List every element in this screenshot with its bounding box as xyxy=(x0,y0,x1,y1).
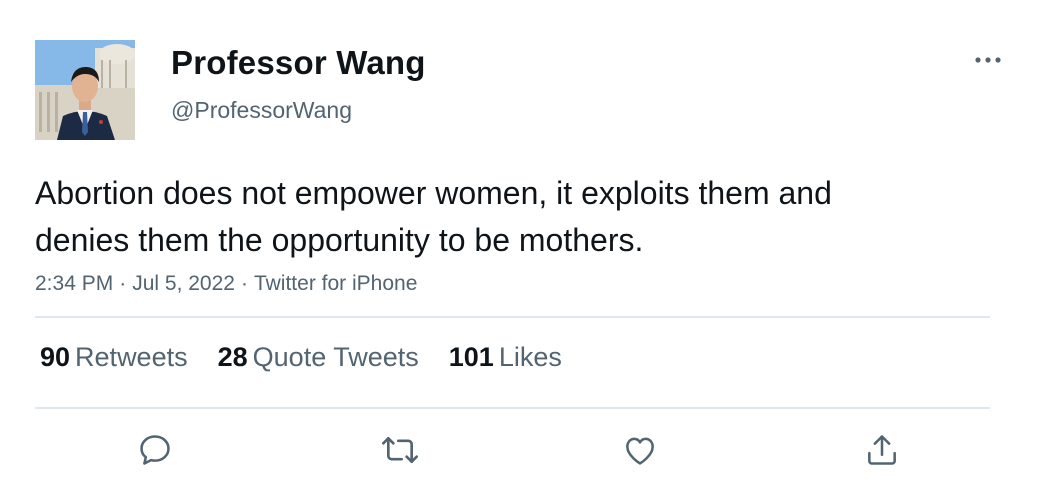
retweets-stat[interactable]: 90 Retweets xyxy=(40,342,188,373)
tweet-stats: 90 Retweets 28 Quote Tweets 101 Likes xyxy=(40,342,562,373)
meta-separator: · xyxy=(119,272,127,295)
likes-stat[interactable]: 101 Likes xyxy=(449,342,562,373)
like-icon xyxy=(626,437,654,465)
more-icon[interactable] xyxy=(974,52,1002,63)
tweet-text-line-2: denies them the opportunity to be mother… xyxy=(35,222,644,258)
quote-tweets-label: Quote Tweets xyxy=(252,342,419,372)
like-button[interactable] xyxy=(620,430,660,470)
meta-separator: · xyxy=(240,272,248,295)
reply-icon xyxy=(140,435,170,465)
retweet-icon xyxy=(382,437,418,463)
quote-tweets-stat[interactable]: 28 Quote Tweets xyxy=(218,342,419,373)
likes-label: Likes xyxy=(498,342,562,372)
display-name[interactable]: Professor Wang xyxy=(171,44,426,82)
tweet-text-line-1: Abortion does not empower women, it expl… xyxy=(35,175,832,211)
quote-tweets-count: 28 xyxy=(217,342,248,372)
divider xyxy=(35,407,990,409)
user-handle[interactable]: @ProfessorWang xyxy=(171,97,352,124)
likes-count: 101 xyxy=(448,342,494,372)
tweet-time[interactable]: 2:34 PM xyxy=(35,272,113,295)
divider xyxy=(35,316,990,318)
reply-button[interactable] xyxy=(135,430,175,470)
tweet-meta: 2:34 PM · Jul 5, 2022 · Twitter for iPhone xyxy=(35,272,417,296)
retweets-count: 90 xyxy=(40,342,71,372)
tweet-source[interactable]: Twitter for iPhone xyxy=(254,272,417,295)
tweet-card: Professor Wang @ProfessorWang Abortion d… xyxy=(0,0,1050,480)
avatar[interactable] xyxy=(35,40,135,140)
retweet-button[interactable] xyxy=(380,430,420,470)
retweets-label: Retweets xyxy=(75,342,188,372)
tweet-date[interactable]: Jul 5, 2022 xyxy=(132,272,235,295)
tweet-text: Abortion does not empower women, it expl… xyxy=(35,170,995,264)
share-button[interactable] xyxy=(862,430,902,470)
share-icon xyxy=(868,435,896,465)
avatar-photo xyxy=(35,40,135,140)
